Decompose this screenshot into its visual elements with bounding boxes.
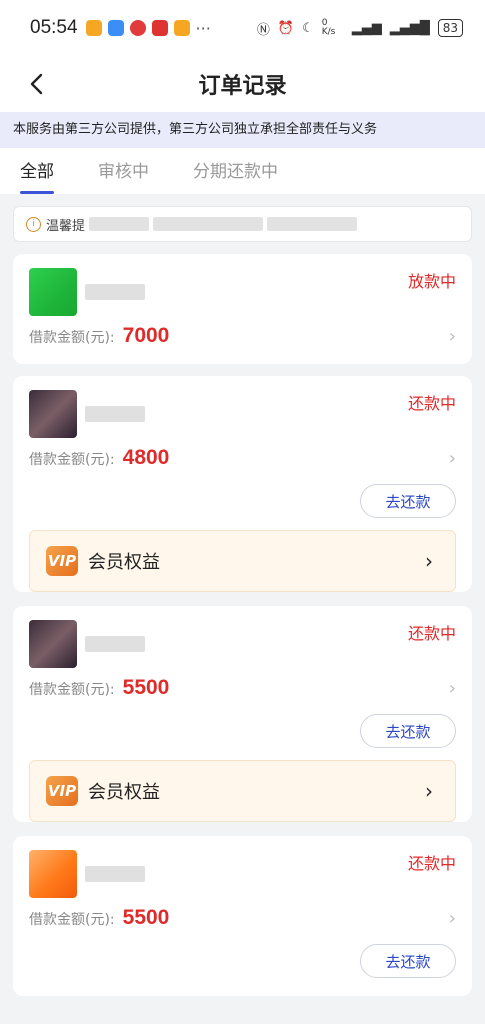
order-status: 放款中 xyxy=(407,272,456,291)
net-speed: 0 K/s xyxy=(321,18,336,37)
blurred-text xyxy=(153,217,264,231)
app-notify-icon-2 xyxy=(173,20,190,36)
vip-label: 会员权益 xyxy=(88,552,160,573)
chevron-right-icon[interactable]: › xyxy=(449,448,456,469)
amount-label: 借款金额(元): xyxy=(29,912,115,928)
alarm-icon: ⏰ xyxy=(277,20,295,36)
amount-label: 借款金额(元): xyxy=(29,330,115,346)
tip-text: 温馨提 xyxy=(46,218,86,234)
page-title: 订单记录 xyxy=(198,74,287,99)
tab-all[interactable]: 全部 xyxy=(20,157,54,194)
lender-name-blurred xyxy=(85,866,145,882)
vip-icon: VIP xyxy=(46,776,78,806)
info-icon: i xyxy=(26,216,41,232)
chevron-right-icon[interactable]: › xyxy=(449,678,456,699)
vip-benefits-banner[interactable]: VIP 会员权益 › xyxy=(29,760,456,822)
amount-label: 借款金额(元): xyxy=(29,452,115,468)
repay-button[interactable]: 去还款 xyxy=(360,944,456,978)
lender-logo xyxy=(29,390,77,438)
vip-label: 会员权益 xyxy=(88,782,160,803)
moon-icon: ☾ xyxy=(302,20,314,36)
order-status: 还款中 xyxy=(407,394,456,413)
order-card[interactable]: 放款中 借款金额(元): 7000 › xyxy=(13,254,472,364)
lender-logo xyxy=(29,620,77,668)
vip-icon: VIP xyxy=(46,546,78,576)
order-card[interactable]: 还款中 借款金额(元): 5500 › 去还款 xyxy=(13,836,472,996)
tab-reviewing[interactable]: 审核中 xyxy=(98,157,149,194)
chevron-right-icon: › xyxy=(425,549,433,573)
chevron-left-icon xyxy=(30,73,43,95)
back-button[interactable] xyxy=(20,68,52,100)
order-card[interactable]: 还款中 借款金额(元): 5500 › 去还款 VIP 会员权益 › xyxy=(13,606,472,822)
signal-icon-2: ▂▄▆█ xyxy=(389,20,430,36)
weibo-notify-icon xyxy=(129,20,146,36)
repay-button[interactable]: 去还款 xyxy=(360,714,456,748)
status-time: 05:54 xyxy=(30,17,78,38)
amount-label: 借款金额(元): xyxy=(29,682,115,698)
order-status: 还款中 xyxy=(407,624,456,643)
lender-name-blurred xyxy=(85,406,145,422)
chevron-right-icon: › xyxy=(425,779,433,803)
loan-amount: 5500 xyxy=(122,906,170,929)
lender-name-blurred xyxy=(85,284,145,300)
shop-notify-icon xyxy=(151,20,168,36)
lender-logo xyxy=(29,850,77,898)
blurred-text xyxy=(89,217,150,231)
order-status: 还款中 xyxy=(407,854,456,873)
lender-name-blurred xyxy=(85,636,145,652)
order-card[interactable]: 还款中 借款金额(元): 4800 › 去还款 VIP 会员权益 › xyxy=(13,376,472,592)
disclaimer-notice: 本服务由第三方公司提供，第三方公司独立承担全部责任与义务 xyxy=(0,112,485,148)
chat-notify-icon xyxy=(107,20,124,36)
status-bar: 05:54 ··· Ⓝ ⏰ ☾ 0 K/s ▂▄▆ ▂▄▆█ 83 xyxy=(0,0,485,56)
vip-benefits-banner[interactable]: VIP 会员权益 › xyxy=(29,530,456,592)
tab-installment[interactable]: 分期还款中 xyxy=(193,157,278,194)
notification-icons: ··· xyxy=(85,18,211,38)
battery-icon: 83 xyxy=(437,19,463,37)
order-tabs: 全部 审核中 分期还款中 xyxy=(0,148,485,194)
order-list: i 温馨提 放款中 借款金额(元): 7000 › 还款中 借款金额(元): 4… xyxy=(0,194,485,996)
more-notify-icon: ··· xyxy=(195,18,211,38)
chevron-right-icon[interactable]: › xyxy=(449,326,456,347)
loan-amount: 5500 xyxy=(122,676,170,699)
chevron-right-icon[interactable]: › xyxy=(449,908,456,929)
warm-tip-banner: i 温馨提 xyxy=(13,206,472,242)
loan-amount: 7000 xyxy=(122,324,170,347)
nav-bar: 订单记录 xyxy=(0,56,485,112)
signal-icon: ▂▄▆ xyxy=(351,20,382,36)
lender-logo xyxy=(29,268,77,316)
app-notify-icon xyxy=(85,20,102,36)
blurred-text xyxy=(267,217,358,231)
nfc-icon: Ⓝ xyxy=(256,22,270,38)
repay-button[interactable]: 去还款 xyxy=(360,484,456,518)
loan-amount: 4800 xyxy=(122,446,170,469)
